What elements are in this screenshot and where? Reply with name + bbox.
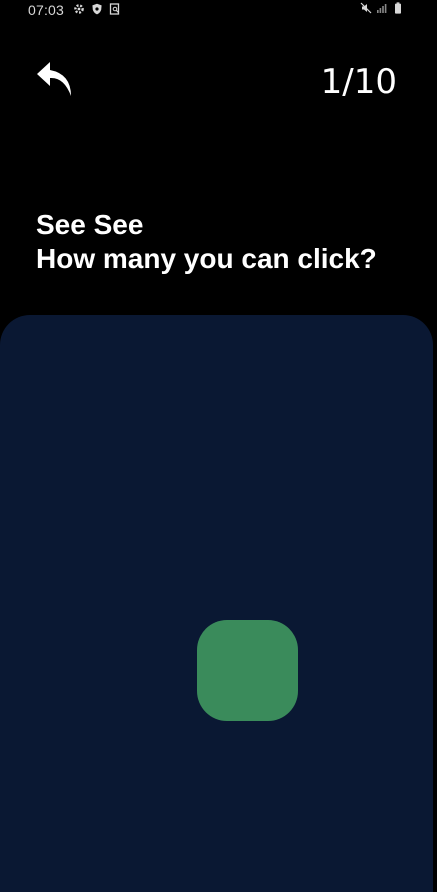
prompt-line-1: See See (36, 209, 144, 240)
prompt-line-2: How many you can click? (36, 243, 377, 274)
shield-icon (92, 3, 102, 15)
game-screen: 07:03 1/10 See See How many you can clic… (0, 0, 437, 892)
signal-icon (377, 4, 387, 13)
battery-icon (395, 2, 401, 14)
back-button[interactable] (34, 58, 78, 102)
mute-icon (360, 2, 372, 14)
status-time: 07:03 (28, 2, 65, 18)
screenshot-icon (109, 3, 120, 15)
play-area[interactable] (0, 315, 433, 892)
status-icons-left (73, 3, 121, 15)
gear-icon (74, 4, 84, 14)
prompt-text: See See How many you can click? (36, 208, 377, 276)
back-arrow-icon (37, 62, 71, 96)
status-bar: 07:03 (0, 0, 437, 20)
target-tile[interactable] (197, 620, 298, 721)
status-icons-right (360, 2, 404, 14)
page-counter: 1/10 (320, 62, 397, 102)
